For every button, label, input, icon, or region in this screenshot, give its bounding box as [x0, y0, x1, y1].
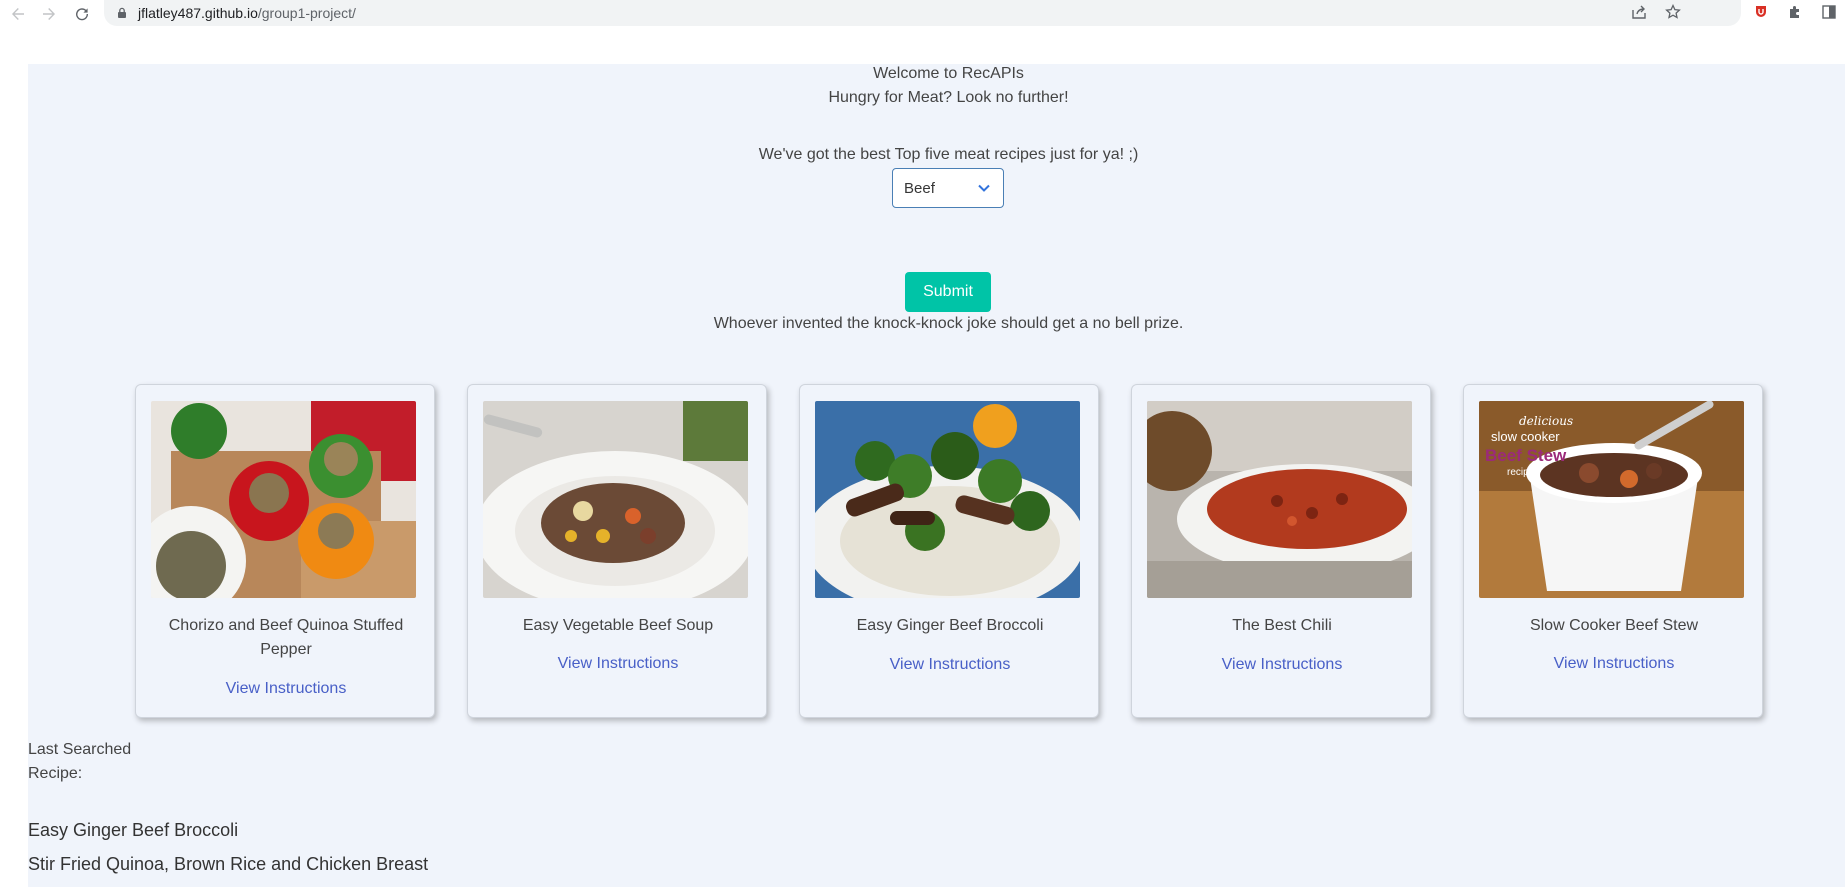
forward-arrow-icon[interactable]: [36, 1, 62, 27]
view-instructions-link[interactable]: View Instructions: [478, 655, 758, 673]
share-icon[interactable]: [1631, 4, 1647, 20]
recipe-image-stuffed-pepper: [151, 401, 416, 598]
last-searched-label: Last Searched Recipe:: [28, 741, 132, 782]
joke-text: Whoever invented the knock-knock joke sh…: [713, 315, 1184, 332]
recipe-title: Easy Ginger Beef Broccoli: [856, 617, 1044, 634]
view-instructions-link[interactable]: View Instructions: [1474, 655, 1754, 673]
stew-image-text-4: recipe: [1507, 467, 1535, 478]
bookmark-star-icon[interactable]: [1665, 4, 1681, 20]
reload-icon[interactable]: [69, 1, 95, 27]
chevron-down-icon: [977, 181, 991, 195]
recipe-title: Slow Cooker Beef Stew: [1529, 617, 1699, 634]
stew-image-text-1: delicious: [1519, 414, 1573, 428]
view-instructions-link[interactable]: View Instructions: [146, 680, 426, 698]
recipe-card: Chorizo and Beef Quinoa Stuffed Pepper V…: [135, 384, 435, 718]
extensions-puzzle-icon[interactable]: [1787, 4, 1803, 20]
welcome-heading: Welcome to RecAPIs: [873, 65, 1024, 82]
recipe-image-beef-stew: delicious slow cooker Beef Stew recipe: [1479, 401, 1744, 598]
view-instructions-link[interactable]: View Instructions: [810, 656, 1090, 674]
offer-text: We've got the best Top five meat recipes…: [758, 146, 1139, 163]
side-panel-icon[interactable]: [1821, 4, 1837, 20]
stew-image-text-2: slow cooker: [1491, 429, 1560, 444]
recipe-card: Easy Ginger Beef Broccoli View Instructi…: [799, 384, 1099, 718]
url-host: jflatley487.github.io: [138, 5, 258, 21]
recipe-image-vegetable-soup: [483, 401, 748, 598]
recipe-image-ginger-beef-broccoli: [815, 401, 1080, 598]
meat-select-value: Beef: [904, 179, 935, 197]
back-arrow-icon[interactable]: [5, 1, 31, 27]
lock-icon: [116, 7, 128, 19]
recipe-card: delicious slow cooker Beef Stew recipe S…: [1463, 384, 1763, 718]
browser-toolbar: jflatley487.github.io/group1-project/: [0, 0, 1845, 26]
search-history-list: Easy Ginger Beef Broccoli Stir Fried Qui…: [28, 813, 428, 881]
url-path: /group1-project/: [257, 5, 356, 21]
address-bar[interactable]: jflatley487.github.io/group1-project/: [104, 0, 1741, 26]
stew-image-text-3: Beef Stew: [1485, 446, 1567, 465]
recipe-card: Easy Vegetable Beef Soup View Instructio…: [467, 384, 767, 718]
page-container: Welcome to RecAPIs Hungry for Meat? Look…: [28, 64, 1845, 887]
extension-shield-icon[interactable]: [1753, 4, 1769, 20]
recipe-title: Chorizo and Beef Quinoa Stuffed Pepper: [168, 617, 404, 658]
recipe-title: The Best Chili: [1232, 617, 1332, 634]
recipe-card: The Best Chili View Instructions: [1131, 384, 1431, 718]
recipe-title: Easy Vegetable Beef Soup: [522, 617, 714, 634]
history-item[interactable]: Easy Ginger Beef Broccoli: [28, 813, 428, 847]
recipe-image-chili: [1147, 401, 1412, 598]
meat-select[interactable]: Beef: [892, 168, 1004, 208]
submit-button[interactable]: Submit: [905, 272, 991, 312]
recipe-cards: Chorizo and Beef Quinoa Stuffed Pepper V…: [135, 384, 1776, 718]
view-instructions-link[interactable]: View Instructions: [1142, 656, 1422, 674]
tagline: Hungry for Meat? Look no further!: [828, 89, 1069, 106]
history-item[interactable]: Stir Fried Quinoa, Brown Rice and Chicke…: [28, 847, 428, 881]
